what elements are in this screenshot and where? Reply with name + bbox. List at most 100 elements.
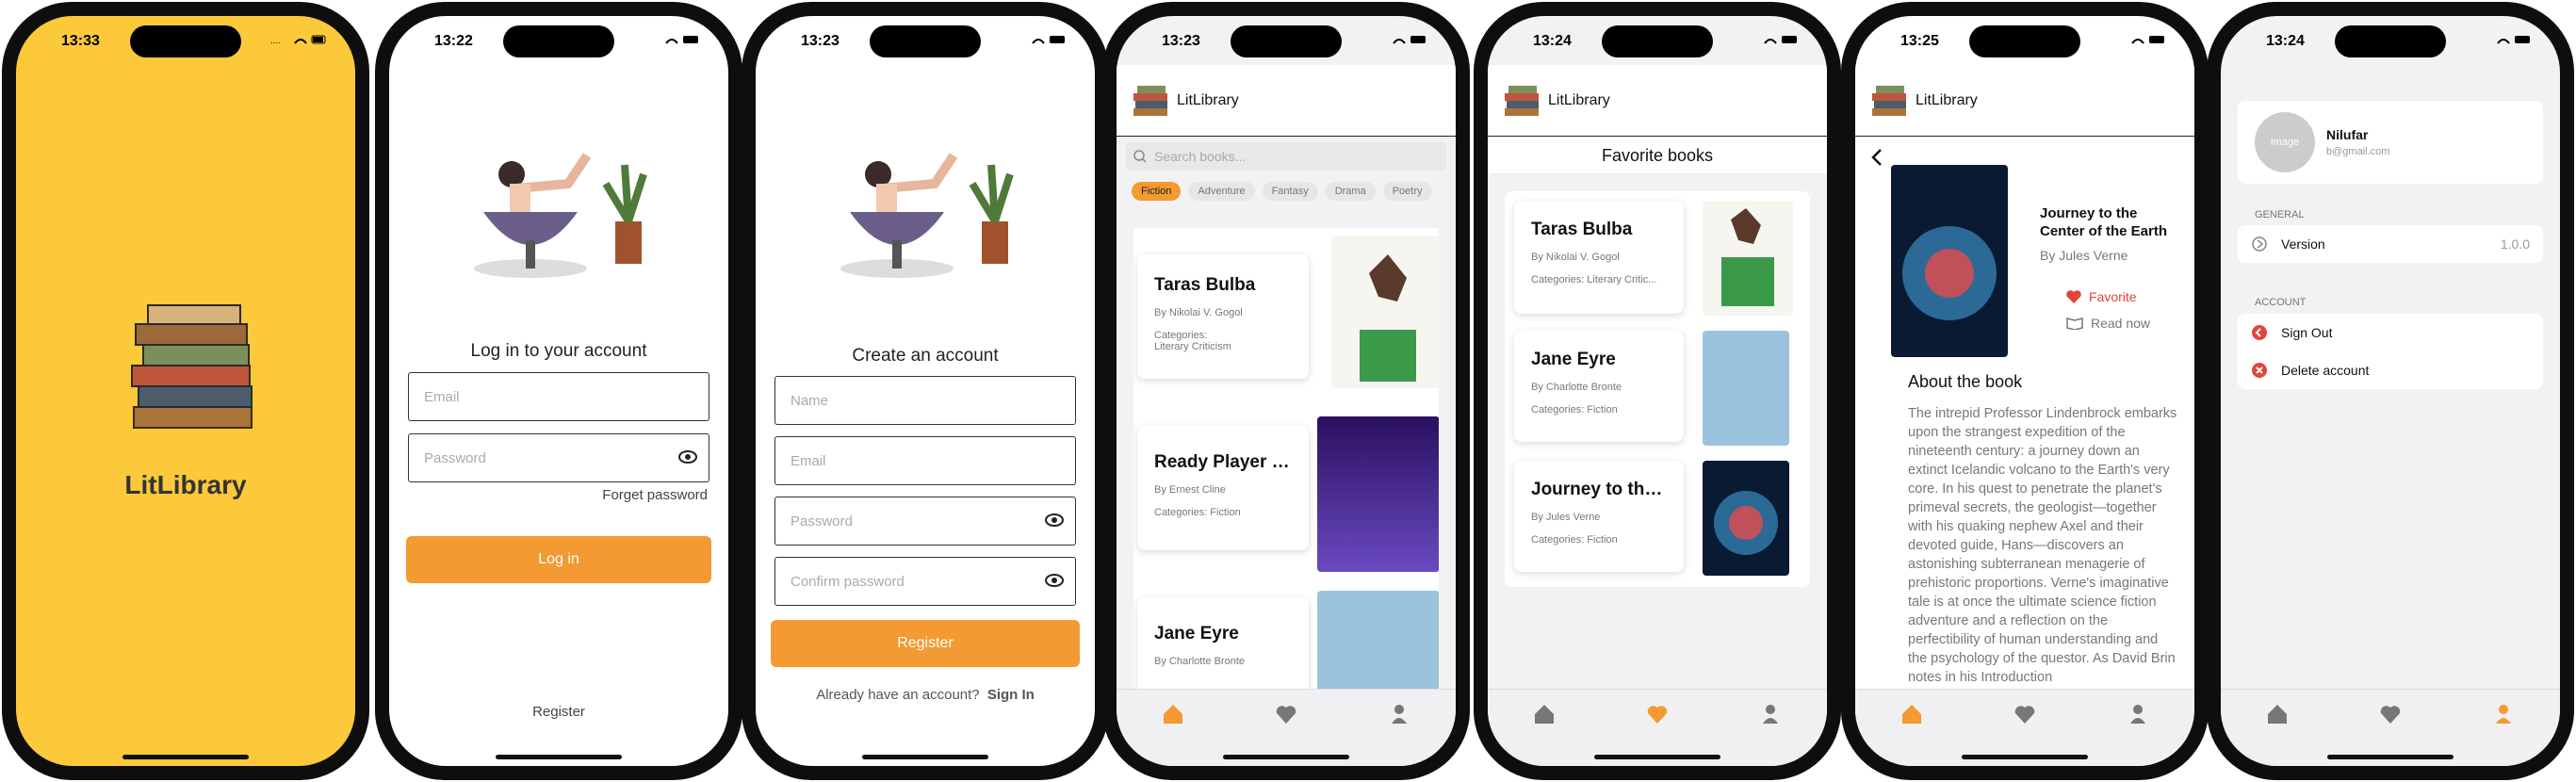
version-row[interactable]: Version 1.0.0 [2238, 225, 2543, 263]
phone-splash: 13:33 .... LitLibrary [2, 2, 369, 780]
email-field[interactable]: Email [408, 372, 709, 421]
tab-favorites-icon[interactable] [2012, 701, 2038, 727]
status-icons [2128, 34, 2166, 45]
account-section: Sign Out Delete account [2238, 314, 2543, 389]
phone-home: 13:23 LitLibrary Search books... Fiction… [1102, 2, 1470, 780]
book-cover-ready-player[interactable] [1317, 416, 1439, 572]
book-list: Taras Bulba By Nikolai V. Gogol Categori… [1133, 228, 1439, 689]
book-cover-journey [1891, 165, 2008, 357]
tab-favorites-icon[interactable] [1644, 701, 1671, 727]
confirm-password-field[interactable]: Confirm password [774, 557, 1076, 606]
book-card[interactable]: Taras Bulba By Nikolai V. Gogol Categori… [1137, 254, 1309, 379]
status-icons [1390, 34, 1427, 45]
chip-adventure[interactable]: Adventure [1188, 182, 1255, 201]
chip-drama[interactable]: Drama [1325, 182, 1376, 201]
version-label: Version [2281, 236, 2325, 252]
tab-profile-icon[interactable] [1757, 701, 1784, 727]
version-icon [2252, 236, 2267, 252]
email-field[interactable]: Email [774, 436, 1076, 485]
register-link[interactable]: Register [389, 704, 728, 720]
register-button[interactable]: Register [771, 620, 1080, 667]
name-field[interactable]: Name [774, 376, 1076, 425]
password-field[interactable]: Password [774, 497, 1076, 546]
favorite-list: Taras Bulba By Nikolai V. Gogol Categori… [1505, 191, 1810, 587]
sign-out-row[interactable]: Sign Out [2238, 314, 2543, 351]
status-icons [1761, 34, 1799, 45]
read-now-button[interactable]: Read now [2066, 316, 2150, 331]
favorite-card[interactable]: Journey to the... By Jules Verne Categor… [1514, 461, 1684, 572]
chip-fiction[interactable]: Fiction [1132, 182, 1182, 201]
general-section-label: GENERAL [2255, 209, 2305, 220]
book-author: By Charlotte Bronte [1531, 382, 1622, 393]
search-bar[interactable]: Search books... [1126, 142, 1446, 171]
books-logo-icon [1872, 85, 1906, 116]
book-cover-taras[interactable] [1331, 236, 1439, 388]
delete-account-row[interactable]: Delete account [2238, 351, 2543, 389]
forget-password-link[interactable]: Forget password [602, 487, 708, 503]
book-card[interactable]: Ready Player T... By Ernest Cline Catego… [1137, 426, 1309, 550]
search-icon [1133, 150, 1147, 163]
tab-profile-icon[interactable] [2125, 701, 2151, 727]
svg-text:....: .... [270, 36, 281, 45]
favorite-card[interactable]: Taras Bulba By Nikolai V. Gogol Categori… [1514, 201, 1684, 314]
tab-profile-icon[interactable] [1386, 701, 1412, 727]
favorite-label: Favorite [2089, 289, 2137, 304]
book-detail-title: Journey to the Center of the Earth [2040, 205, 2168, 239]
status-icons: .... [270, 34, 327, 45]
favorites-title: Favorite books [1488, 137, 1827, 174]
book-cover-journey[interactable] [1703, 461, 1789, 576]
delete-account-label: Delete account [2281, 363, 2370, 378]
favorite-card[interactable]: Jane Eyre By Charlotte Bronte Categories… [1514, 331, 1684, 442]
tab-favorites-icon[interactable] [2377, 701, 2404, 727]
book-card[interactable]: Jane Eyre By Charlotte Bronte [1137, 597, 1309, 689]
book-author: By Nikolai V. Gogol [1154, 307, 1243, 318]
books-logo-icon [1133, 85, 1167, 116]
status-time: 13:24 [2266, 33, 2305, 49]
app-title: LitLibrary [1916, 91, 1978, 108]
tab-home-icon[interactable] [1531, 701, 1557, 727]
book-cover-jane-eyre[interactable] [1703, 331, 1789, 446]
chip-poetry[interactable]: Poetry [1382, 182, 1432, 201]
tab-favorites-icon[interactable] [1273, 701, 1299, 727]
phone-signup: 13:23 Create an account Name Email Passw… [742, 2, 1109, 780]
status-time: 13:23 [801, 33, 840, 49]
login-button[interactable]: Log in [406, 536, 711, 583]
status-time: 13:23 [1162, 33, 1200, 49]
signin-footer-text: Already have an account? [816, 687, 980, 703]
tab-home-icon[interactable] [1899, 701, 1925, 727]
tab-home-icon[interactable] [2264, 701, 2291, 727]
eye-icon[interactable] [678, 450, 697, 464]
search-placeholder: Search books... [1154, 149, 1247, 164]
signin-prompt: Already have an account? Sign In [756, 687, 1095, 703]
book-title: Jane Eyre [1154, 624, 1239, 644]
sign-out-label: Sign Out [2281, 325, 2333, 340]
heart-icon [2066, 290, 2081, 303]
status-icons [1029, 34, 1067, 45]
status-time: 13:25 [1900, 33, 1939, 49]
book-author: By Nikolai V. Gogol [1531, 252, 1620, 263]
book-detail-author: By Jules Verne [2040, 248, 2128, 263]
signup-title: Create an account [852, 346, 999, 366]
book-open-icon [2066, 318, 2083, 330]
account-section-label: ACCOUNT [2255, 297, 2307, 308]
book-cover-jane-eyre[interactable] [1317, 591, 1439, 689]
book-title: Taras Bulba [1154, 275, 1256, 295]
password-field[interactable]: Password [408, 433, 709, 482]
signin-link[interactable]: Sign In [987, 687, 1035, 703]
book-title: Journey to the... [1531, 480, 1667, 499]
favorite-button[interactable]: Favorite [2066, 289, 2137, 304]
book-cover-taras[interactable] [1703, 201, 1793, 316]
eye-icon[interactable] [1045, 574, 1064, 587]
eye-icon[interactable] [1045, 513, 1064, 527]
status-time: 13:33 [61, 33, 100, 49]
sign-out-icon [2252, 325, 2267, 340]
profile-card[interactable]: Image Nilufar b@gmail.com [2238, 101, 2543, 184]
book-categories: Categories: Literary Critic... [1531, 274, 1657, 285]
profile-name: Nilufar [2326, 127, 2369, 142]
chip-fantasy[interactable]: Fantasy [1262, 182, 1318, 201]
tab-profile-icon[interactable] [2490, 701, 2517, 727]
back-chevron-icon[interactable] [1870, 148, 1883, 167]
book-author: By Ernest Cline [1154, 484, 1226, 496]
phone-profile: 13:24 Image Nilufar b@gmail.com GENERAL … [2207, 2, 2574, 780]
tab-home-icon[interactable] [1160, 701, 1186, 727]
